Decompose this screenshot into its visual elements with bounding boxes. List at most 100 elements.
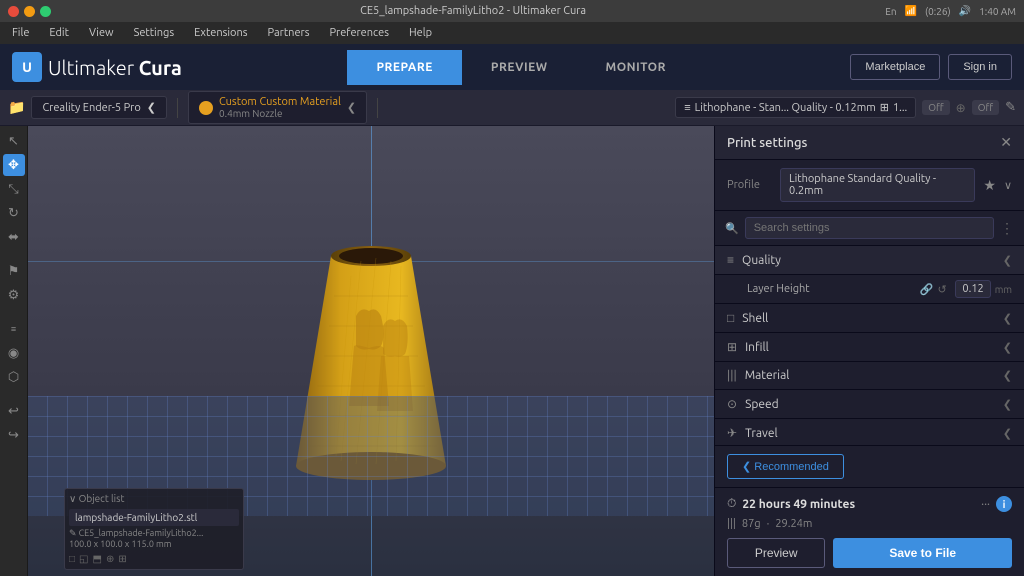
object-subname: ✎ CE5_lampshade-FamilyLitho2... bbox=[69, 528, 239, 539]
preview-small[interactable]: ≡ bbox=[3, 318, 25, 340]
section-quality[interactable]: ≡ Quality ❮ bbox=[715, 246, 1024, 275]
3d-viewport[interactable]: ∨ Object list lampshade-FamilyLitho2.stl… bbox=[28, 126, 714, 576]
layer-count: 1... bbox=[893, 102, 907, 114]
search-icon: 🔍 bbox=[725, 222, 739, 235]
recommended-button[interactable]: Recommended bbox=[727, 454, 844, 479]
material-info: Custom Custom Material 0.4mm Nozzle bbox=[219, 96, 341, 119]
speed-label: Speed bbox=[745, 398, 1003, 411]
info-icon[interactable]: i bbox=[996, 496, 1012, 512]
material-selector[interactable]: Custom Custom Material 0.4mm Nozzle ❮ bbox=[188, 91, 367, 124]
extra-tool[interactable]: ⚙ bbox=[3, 284, 25, 306]
action-buttons: Preview Save to File bbox=[727, 538, 1012, 568]
material-name: Custom Custom Material bbox=[219, 96, 341, 108]
obj-icon-2[interactable]: ◱ bbox=[79, 553, 88, 565]
profile-badge[interactable]: ≡ Lithophane - Stan... Quality - 0.12mm … bbox=[675, 97, 916, 118]
view-solid[interactable]: ◉ bbox=[3, 342, 25, 364]
edit-icon[interactable]: ✎ bbox=[1005, 100, 1016, 115]
settings-search-input[interactable] bbox=[745, 217, 994, 239]
menu-preferences[interactable]: Preferences bbox=[325, 25, 393, 41]
device-selector[interactable]: Creality Ender-5 Pro ❮ bbox=[31, 96, 167, 119]
material-color-dot bbox=[199, 101, 213, 115]
section-travel[interactable]: ✈ Travel ❮ bbox=[715, 419, 1024, 445]
toolbar-separator bbox=[177, 98, 178, 118]
profile-star-icon[interactable]: ★ bbox=[983, 177, 996, 194]
material-stats: ||| 87g · 29.24m bbox=[727, 518, 1012, 530]
select-tool[interactable]: ↖ bbox=[3, 130, 25, 152]
section-infill[interactable]: ⊞ Infill ❮ bbox=[715, 333, 1024, 362]
material-length: 29.24m bbox=[775, 518, 812, 530]
menu-file[interactable]: File bbox=[8, 25, 33, 41]
device-name: Creality Ender-5 Pro bbox=[42, 102, 140, 114]
maximize-button[interactable] bbox=[40, 6, 51, 17]
layer-height-icons: 🔗 ↺ bbox=[920, 283, 947, 296]
ellipsis-icon[interactable]: ··· bbox=[981, 498, 990, 511]
move-tool[interactable]: ✥ bbox=[3, 154, 25, 176]
left-toolbar: ↖ ✥ ⤡ ↻ ⬌ ⚑ ⚙ ≡ ◉ ⬡ ↩ ↪ bbox=[0, 126, 28, 576]
logo-area: U Ultimaker Cura bbox=[12, 52, 192, 82]
menu-view[interactable]: View bbox=[85, 25, 118, 41]
logo-text: Ultimaker Cura bbox=[48, 56, 182, 79]
section-shell[interactable]: □ Shell ❮ bbox=[715, 304, 1024, 333]
speed-arrow: ❮ bbox=[1003, 398, 1012, 411]
minimize-button[interactable] bbox=[24, 6, 35, 17]
toolbar-separator2 bbox=[377, 98, 378, 118]
object-list-header: ∨ Object list bbox=[69, 493, 239, 505]
toggle-off-1[interactable]: Off bbox=[922, 100, 949, 115]
signin-button[interactable]: Sign in bbox=[948, 54, 1012, 80]
obj-icon-3[interactable]: ⬒ bbox=[93, 553, 102, 565]
menu-extensions[interactable]: Extensions bbox=[190, 25, 251, 41]
obj-icon-5[interactable]: ⊞ bbox=[118, 553, 126, 565]
undo-tool[interactable]: ↩ bbox=[3, 400, 25, 422]
print-settings-header: Print settings ✕ bbox=[715, 126, 1024, 160]
time-display: ⏱ 22 hours 49 minutes bbox=[727, 497, 855, 511]
tab-preview[interactable]: PREVIEW bbox=[462, 50, 577, 85]
device-arrow: ❮ bbox=[147, 101, 156, 114]
layer-height-value[interactable]: 0.12 bbox=[955, 280, 991, 298]
toggle-off-2[interactable]: Off bbox=[972, 100, 999, 115]
print-settings-panel: Print settings ✕ Profile Lithophane Stan… bbox=[714, 126, 1024, 576]
support-tool[interactable]: ⚑ bbox=[3, 260, 25, 282]
menu-settings[interactable]: Settings bbox=[130, 25, 179, 41]
rotate-tool[interactable]: ↻ bbox=[3, 202, 25, 224]
obj-icon-1[interactable]: □ bbox=[69, 553, 75, 565]
menu-partners[interactable]: Partners bbox=[264, 25, 314, 41]
tab-monitor[interactable]: MONITOR bbox=[577, 50, 695, 85]
main-area: ↖ ✥ ⤡ ↻ ⬌ ⚑ ⚙ ≡ ◉ ⬡ ↩ ↪ bbox=[0, 126, 1024, 576]
clock: 1:40 AM bbox=[979, 6, 1016, 17]
object-list-label: Object list bbox=[79, 493, 125, 504]
travel-label: Travel bbox=[745, 427, 1003, 440]
mirror-tool[interactable]: ⬌ bbox=[3, 226, 25, 248]
window-controls[interactable] bbox=[8, 6, 51, 17]
lock-icon[interactable]: 🔗 bbox=[920, 283, 934, 296]
save-to-file-button[interactable]: Save to File bbox=[833, 538, 1012, 568]
section-material[interactable]: ||| Material ❮ bbox=[715, 362, 1024, 390]
preview-button[interactable]: Preview bbox=[727, 538, 825, 568]
redo-tool[interactable]: ↪ bbox=[3, 424, 25, 446]
print-settings-title: Print settings bbox=[727, 136, 807, 150]
chevron-icon[interactable]: ∨ bbox=[69, 493, 76, 504]
object-list-panel: ∨ Object list lampshade-FamilyLitho2.stl… bbox=[64, 488, 244, 570]
view-layer[interactable]: ⬡ bbox=[3, 366, 25, 388]
clock-icon: ⏱ bbox=[727, 497, 736, 511]
nav-tabs: PREPARE PREVIEW MONITOR bbox=[347, 50, 695, 85]
menu-help[interactable]: Help bbox=[405, 25, 436, 41]
section-speed[interactable]: ⊙ Speed ❮ bbox=[715, 390, 1024, 419]
menu-edit[interactable]: Edit bbox=[45, 25, 73, 41]
profile-value[interactable]: Lithophane Standard Quality - 0.2mm bbox=[780, 168, 975, 202]
object-item-1[interactable]: lampshade-FamilyLitho2.stl bbox=[69, 509, 239, 526]
obj-icon-4[interactable]: ⊕ bbox=[106, 553, 114, 565]
profile-row: Profile Lithophane Standard Quality - 0.… bbox=[715, 160, 1024, 211]
marketplace-button[interactable]: Marketplace bbox=[850, 54, 940, 80]
material-icon: ||| bbox=[727, 369, 737, 382]
reset-icon[interactable]: ↺ bbox=[938, 283, 947, 296]
layer-height-label: Layer Height bbox=[747, 283, 920, 295]
material-separator: · bbox=[767, 518, 770, 530]
profile-chevron-icon[interactable]: ∨ bbox=[1004, 179, 1012, 192]
close-button[interactable] bbox=[8, 6, 19, 17]
object-action-icons: □ ◱ ⬒ ⊕ ⊞ bbox=[69, 553, 239, 565]
folder-icon[interactable]: 📁 bbox=[8, 99, 25, 116]
scale-tool[interactable]: ⤡ bbox=[3, 178, 25, 200]
tab-prepare[interactable]: PREPARE bbox=[347, 50, 461, 85]
settings-menu-icon[interactable]: ⋮ bbox=[1000, 220, 1014, 237]
print-settings-close[interactable]: ✕ bbox=[1000, 134, 1012, 151]
